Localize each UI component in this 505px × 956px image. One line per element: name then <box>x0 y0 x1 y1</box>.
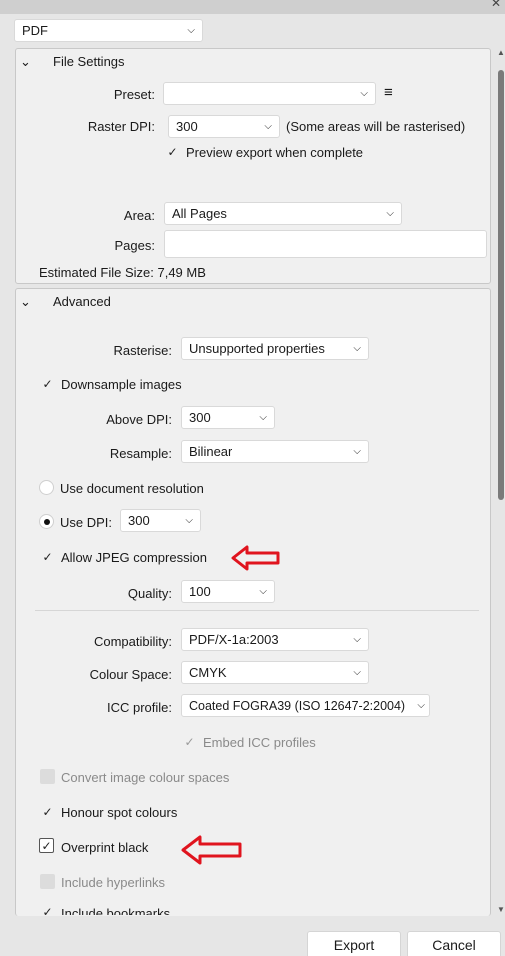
area-select[interactable]: All Pages ⌵ <box>164 202 402 225</box>
embed-icc-checkbox[interactable]: ✓ <box>182 734 197 749</box>
estimated-file-size: Estimated File Size: 7,49 MB <box>39 265 206 280</box>
raster-note: (Some areas will be rasterised) <box>286 119 466 134</box>
downsample-checkbox[interactable]: ✓ <box>40 376 55 391</box>
use-dpi-radio[interactable] <box>39 514 54 529</box>
scroll-down-icon[interactable]: ▼ <box>497 905 505 914</box>
file-settings-header[interactable]: File Settings <box>53 54 125 69</box>
section-divider <box>35 610 479 611</box>
area-label: Area: <box>123 208 155 223</box>
chevron-down-icon: ⌵ <box>264 121 272 132</box>
chevron-down-icon: ⌵ <box>353 634 361 645</box>
cancel-button[interactable]: Cancel <box>407 931 501 956</box>
pages-label: Pages: <box>114 238 155 253</box>
rasterise-value: Unsupported properties <box>189 341 325 356</box>
pages-input[interactable] <box>164 230 487 258</box>
honour-spot-colours-checkbox[interactable]: ✓ <box>40 804 55 819</box>
colour-space-value: CMYK <box>189 665 227 680</box>
scrollbar[interactable]: ▲ ▼ <box>497 48 505 914</box>
overprint-black-label: Overprint black <box>61 840 149 855</box>
close-icon[interactable]: ✕ <box>491 0 501 10</box>
use-dpi-select[interactable]: 300 ⌵ <box>120 509 201 532</box>
format-value: PDF <box>22 23 48 38</box>
above-dpi-value: 300 <box>189 410 211 425</box>
quality-select[interactable]: 100 ⌵ <box>181 580 275 603</box>
raster-dpi-label: Raster DPI: <box>87 119 155 134</box>
allow-jpeg-label: Allow JPEG compression <box>61 550 207 565</box>
chevron-down-icon: ⌵ <box>259 586 267 597</box>
preset-select[interactable]: ⌵ <box>163 82 376 105</box>
export-button[interactable]: Export <box>307 931 401 956</box>
compatibility-label: Compatibility: <box>93 634 172 649</box>
convert-colour-spaces-checkbox[interactable] <box>40 769 55 784</box>
annotation-arrow-icon <box>181 835 242 865</box>
chevron-down-icon[interactable]: ⌄ <box>20 54 31 70</box>
convert-colour-spaces-label: Convert image colour spaces <box>61 770 230 785</box>
resample-label: Resample: <box>109 446 172 461</box>
chevron-down-icon: ⌵ <box>417 700 425 711</box>
area-value: All Pages <box>172 206 227 221</box>
use-document-resolution-label: Use document resolution <box>60 481 204 496</box>
compatibility-value: PDF/X-1a:2003 <box>189 632 279 647</box>
chevron-down-icon: ⌵ <box>185 515 193 526</box>
above-dpi-label: Above DPI: <box>106 412 172 427</box>
bookmarks-row-clip: ✓ Include bookmarks <box>16 905 486 915</box>
raster-dpi-select[interactable]: 300 ⌵ <box>168 115 280 138</box>
colour-space-select[interactable]: CMYK ⌵ <box>181 661 369 684</box>
use-dpi-label: Use DPI: <box>60 515 113 530</box>
resample-value: Bilinear <box>189 444 233 459</box>
allow-jpeg-checkbox[interactable]: ✓ <box>40 549 55 564</box>
preview-checkbox[interactable]: ✓ <box>165 144 180 159</box>
chevron-down-icon: ⌵ <box>353 343 361 354</box>
icc-profile-label: ICC profile: <box>106 700 172 715</box>
use-dpi-value: 300 <box>128 513 150 528</box>
preview-label: Preview export when complete <box>186 145 364 160</box>
scrollbar-thumb[interactable] <box>498 70 504 500</box>
chevron-down-icon: ⌵ <box>187 25 195 36</box>
chevron-down-icon[interactable]: ⌄ <box>20 294 31 310</box>
annotation-arrow-icon <box>231 545 280 571</box>
chevron-down-icon: ⌵ <box>353 667 361 678</box>
chevron-down-icon: ⌵ <box>360 88 368 99</box>
scroll-up-icon[interactable]: ▲ <box>497 48 505 57</box>
above-dpi-select[interactable]: 300 ⌵ <box>181 406 275 429</box>
raster-dpi-value: 300 <box>176 119 198 134</box>
icc-profile-value: Coated FOGRA39 (ISO 12647-2:2004) <box>189 698 406 713</box>
include-hyperlinks-label: Include hyperlinks <box>61 875 166 890</box>
embed-icc-label: Embed ICC profiles <box>203 735 316 750</box>
icc-profile-select[interactable]: Coated FOGRA39 (ISO 12647-2:2004) ⌵ <box>181 694 430 717</box>
rasterise-label: Rasterise: <box>113 343 172 358</box>
resample-select[interactable]: Bilinear ⌵ <box>181 440 369 463</box>
use-document-resolution-radio[interactable] <box>39 480 54 495</box>
advanced-header[interactable]: Advanced <box>53 294 111 309</box>
format-select[interactable]: PDF ⌵ <box>14 19 203 42</box>
menu-icon[interactable]: ≡ <box>384 84 393 101</box>
window-top-strip <box>0 0 505 14</box>
downsample-label: Downsample images <box>61 377 182 392</box>
quality-value: 100 <box>189 584 211 599</box>
include-bookmarks-label: Include bookmarks <box>61 906 171 915</box>
compatibility-select[interactable]: PDF/X-1a:2003 ⌵ <box>181 628 369 651</box>
overprint-black-checkbox[interactable]: ✓ <box>39 838 54 853</box>
honour-spot-colours-label: Honour spot colours <box>61 805 178 820</box>
rasterise-select[interactable]: Unsupported properties ⌵ <box>181 337 369 360</box>
include-bookmarks-checkbox[interactable]: ✓ <box>40 905 55 915</box>
include-hyperlinks-checkbox[interactable] <box>40 874 55 889</box>
colour-space-label: Colour Space: <box>89 667 172 682</box>
preset-label: Preset: <box>113 87 155 102</box>
chevron-down-icon: ⌵ <box>259 412 267 423</box>
chevron-down-icon: ⌵ <box>386 208 394 219</box>
chevron-down-icon: ⌵ <box>353 446 361 457</box>
quality-label: Quality: <box>127 586 172 601</box>
